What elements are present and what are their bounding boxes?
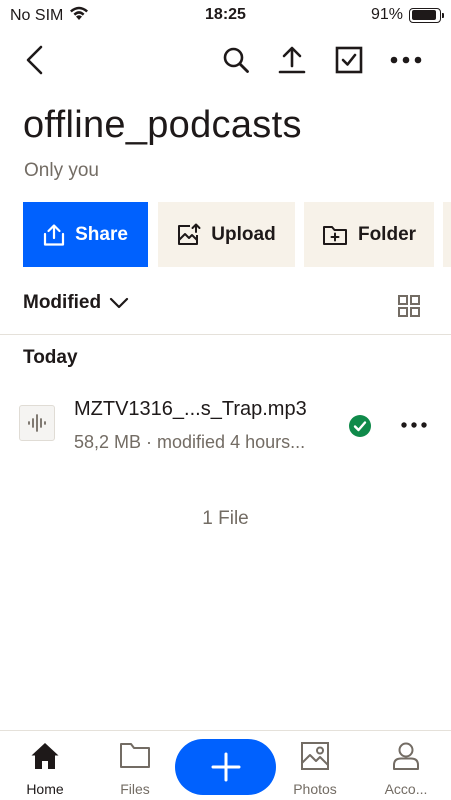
status-bar: No SIM 18:25 91% (0, 0, 451, 30)
upload-button[interactable]: Upload (158, 202, 295, 267)
audio-file-thumbnail (19, 405, 55, 441)
upload-photo-icon (178, 223, 201, 245)
section-header: Today (23, 347, 78, 368)
new-folder-button[interactable]: Folder (304, 202, 434, 267)
action-bar: Share Upload Folder (23, 202, 451, 267)
tab-photos-icon-wrap (270, 741, 360, 773)
folder-label: Folder (357, 223, 417, 245)
search-button[interactable] (216, 38, 256, 82)
battery-cap (442, 12, 444, 18)
tab-files[interactable]: Files (90, 731, 180, 800)
select-button[interactable] (329, 38, 369, 82)
more-options-button[interactable] (386, 38, 426, 82)
tab-account-label: Acco... (384, 781, 428, 797)
grid-view-icon (398, 295, 420, 317)
upload-icon (278, 46, 306, 74)
new-folder-icon (322, 225, 347, 245)
tab-home[interactable]: Home (0, 731, 90, 800)
file-more-button[interactable] (398, 410, 430, 440)
battery-percent: 91% (370, 6, 403, 23)
tab-home-icon-wrap (0, 741, 90, 773)
status-right: 91% (370, 6, 444, 24)
tab-bar: Home Files Photos Acco... (0, 730, 451, 800)
share-icon (43, 223, 65, 246)
sharing-status: Only you (24, 160, 99, 181)
tab-account-icon-wrap (361, 741, 451, 773)
create-button[interactable] (175, 739, 276, 795)
toolbar (0, 38, 451, 82)
file-row[interactable]: MZTV1316_...s_Trap.mp3 58,2 MB · modifie… (0, 390, 451, 460)
select-icon (335, 46, 363, 74)
synced-check-icon (349, 415, 371, 437)
sort-row: Modified (0, 286, 451, 326)
sort-label: Modified (23, 292, 102, 313)
battery-level (411, 10, 437, 20)
search-icon (223, 47, 249, 73)
page-title: offline_podcasts (23, 104, 302, 146)
file-meta: 58,2 MB · modified 4 hours... (74, 432, 306, 452)
tab-files-icon-wrap (90, 741, 180, 773)
more-actions-button[interactable] (443, 202, 451, 267)
tab-photos-label: Photos (293, 781, 337, 797)
divider (0, 334, 451, 335)
app-screen: No SIM 18:25 91% offline_podcasts Only y… (0, 0, 451, 800)
tab-photos[interactable]: Photos (270, 731, 360, 800)
share-button[interactable]: Share (23, 202, 148, 267)
file-count: 1 File (202, 508, 249, 529)
plus-icon (211, 752, 240, 782)
audio-waveform-icon (28, 414, 46, 432)
back-button[interactable] (15, 38, 55, 82)
more-icon (401, 422, 427, 428)
tab-files-label: Files (120, 781, 150, 797)
folder-icon (120, 743, 150, 768)
tab-home-label: Home (26, 781, 64, 797)
chevron-down-icon (110, 297, 129, 309)
home-icon (31, 743, 59, 769)
account-icon (393, 742, 419, 770)
back-icon (26, 45, 43, 75)
more-icon (390, 56, 422, 64)
share-label: Share (75, 223, 128, 245)
grid-view-button[interactable] (397, 294, 421, 318)
file-name: MZTV1316_...s_Trap.mp3 (74, 398, 307, 420)
upload-toolbar-button[interactable] (272, 38, 312, 82)
photo-icon (301, 742, 329, 770)
upload-label: Upload (211, 223, 276, 245)
battery-icon (409, 7, 444, 23)
sort-button[interactable]: Modified (23, 292, 129, 314)
tab-account[interactable]: Acco... (361, 731, 451, 800)
